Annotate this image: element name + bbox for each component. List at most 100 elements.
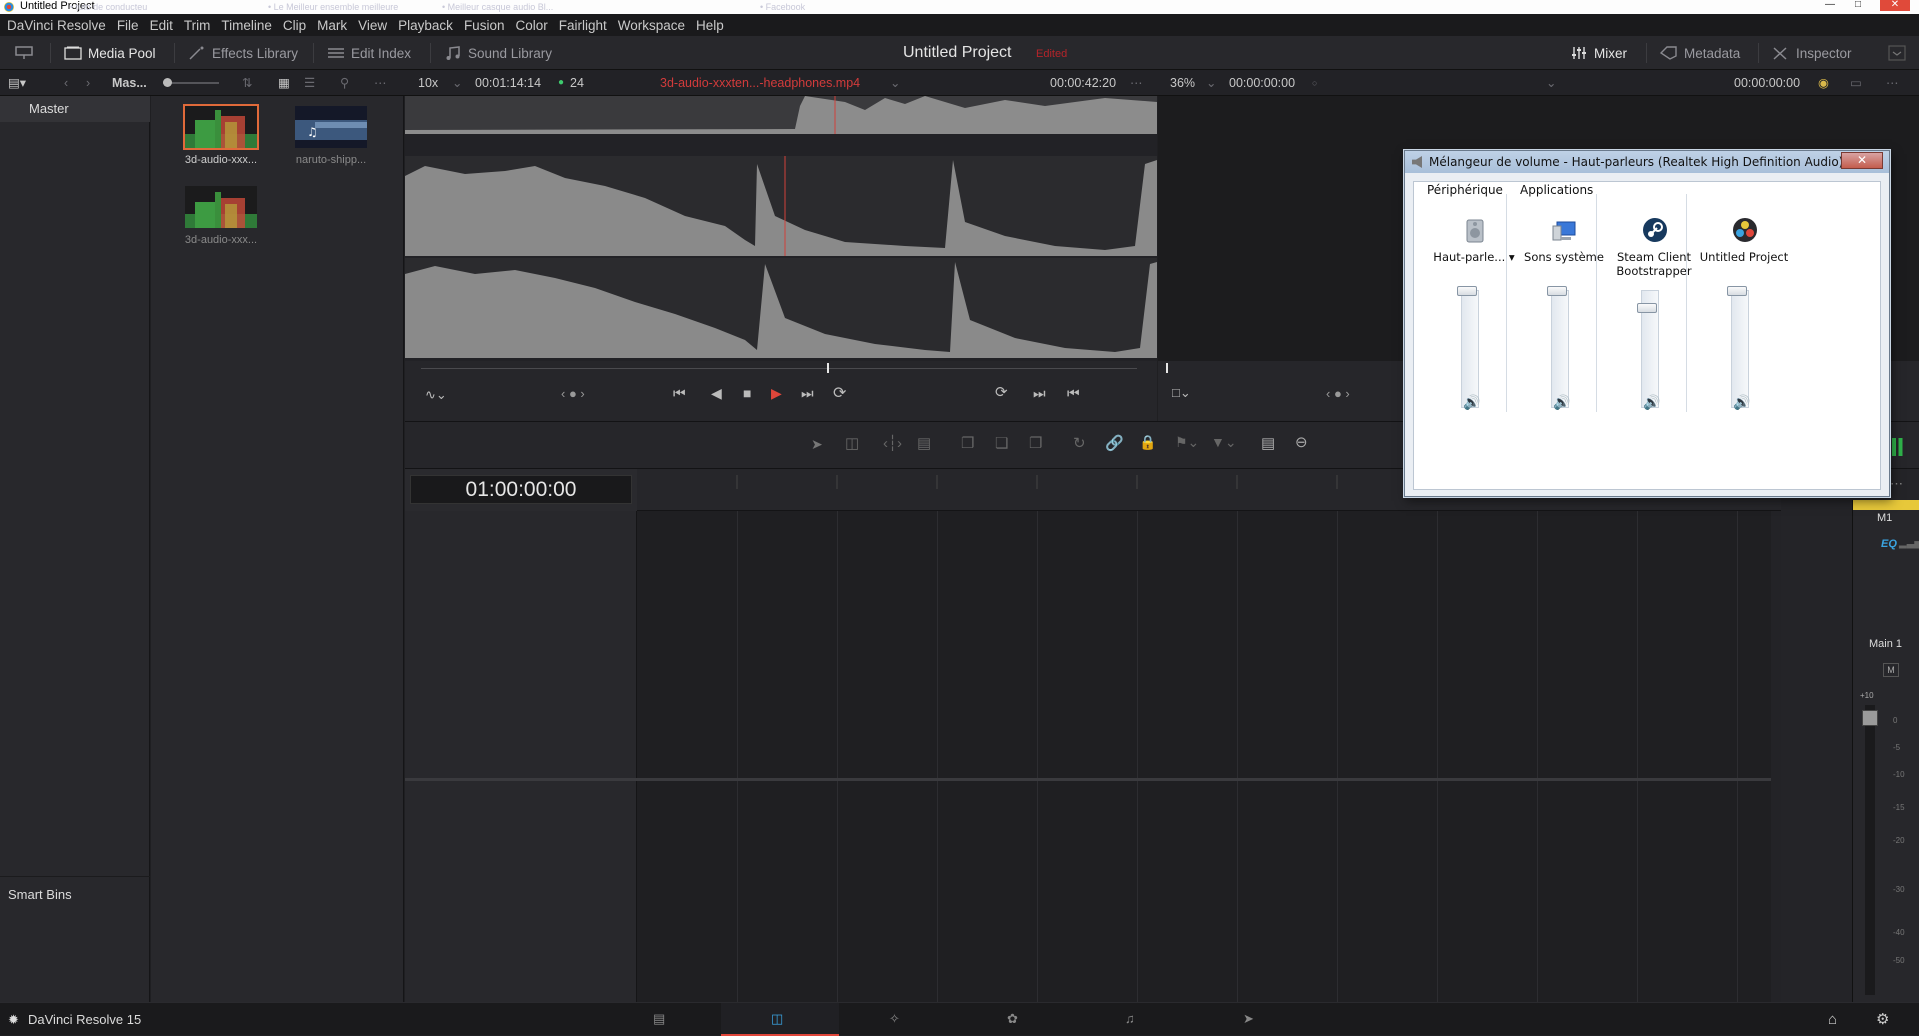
mute-toggle-icon[interactable]: 🔊 bbox=[1733, 394, 1751, 410]
search-icon[interactable]: ⚲ bbox=[340, 70, 349, 96]
bin-list-toggle-icon[interactable]: ▤▾ bbox=[8, 70, 26, 96]
eq-button[interactable]: EQ bbox=[1881, 538, 1897, 550]
volume-fader[interactable] bbox=[1865, 705, 1875, 995]
list-view-icon[interactable]: ☰ bbox=[304, 70, 315, 96]
source-options-icon[interactable]: ⋯ bbox=[1130, 70, 1143, 96]
mixer-button[interactable]: Mixer bbox=[1570, 36, 1627, 70]
volume-slider-track[interactable] bbox=[1461, 290, 1479, 408]
menu-davinci[interactable]: DaVinci Resolve bbox=[7, 18, 106, 33]
menu-view[interactable]: View bbox=[358, 18, 387, 33]
play-reverse-icon[interactable]: ◀ bbox=[711, 385, 722, 402]
volume-mixer-close-button[interactable]: ✕ bbox=[1841, 152, 1883, 169]
viewer-mode-icon[interactable]: ▭ bbox=[1850, 70, 1862, 96]
effects-library-button[interactable]: Effects Library bbox=[188, 36, 298, 70]
media-pool-button[interactable]: Media Pool bbox=[64, 36, 156, 70]
menu-trim[interactable]: Trim bbox=[184, 18, 211, 33]
minimize-icon[interactable]: — bbox=[1820, 0, 1840, 11]
menu-timeline[interactable]: Timeline bbox=[221, 18, 272, 33]
menu-fairlight[interactable]: Fairlight bbox=[559, 18, 607, 33]
page-fusion[interactable]: ✧ bbox=[839, 1003, 957, 1036]
lock-icon[interactable]: 🔒 bbox=[1139, 434, 1156, 451]
fader-knob[interactable] bbox=[1862, 710, 1878, 726]
page-color[interactable]: ✿ bbox=[957, 1003, 1075, 1036]
media-clip-2[interactable]: ♫ naruto-shipp... bbox=[291, 106, 371, 166]
page-deliver[interactable]: ➤ bbox=[1193, 1003, 1311, 1036]
nav-back-icon[interactable]: ‹ bbox=[64, 70, 68, 96]
replace-clip-icon[interactable]: ❐ bbox=[1029, 434, 1042, 452]
nav-forward-icon[interactable]: › bbox=[86, 70, 90, 96]
inspector-button[interactable]: Inspector bbox=[1772, 36, 1852, 70]
sound-library-button[interactable]: Sound Library bbox=[444, 36, 552, 70]
audio-waveform-icon[interactable]: ∿⌄ bbox=[425, 387, 447, 403]
volume-slider-thumb[interactable] bbox=[1457, 286, 1477, 296]
timeline-dropdown-icon[interactable]: ⌄ bbox=[1546, 70, 1556, 96]
menu-help[interactable]: Help bbox=[696, 18, 724, 33]
volume-slider-thumb[interactable] bbox=[1727, 286, 1747, 296]
maximize-icon[interactable]: □ bbox=[1848, 0, 1868, 11]
timeline-view-options-icon[interactable]: ▤ bbox=[1261, 434, 1275, 452]
page-edit[interactable]: ◫ bbox=[721, 1003, 839, 1036]
home-icon[interactable]: ⌂ bbox=[1828, 1011, 1837, 1028]
match-frame-icon[interactable]: ⟳ bbox=[995, 383, 1008, 401]
video-audio-divider[interactable] bbox=[405, 778, 1781, 781]
media-clip-1[interactable]: 3d-audio-xxx... bbox=[181, 104, 261, 166]
go-to-start-icon[interactable]: ⏮ bbox=[673, 385, 686, 402]
overwrite-clip-icon[interactable]: ❏ bbox=[995, 434, 1008, 452]
snapping-icon[interactable]: ↻ bbox=[1073, 434, 1086, 452]
smart-bins-label[interactable]: Smart Bins bbox=[8, 887, 72, 902]
expand-panel-icon[interactable] bbox=[1888, 36, 1906, 70]
menu-playback[interactable]: Playback bbox=[398, 18, 453, 33]
viewer-overlay-icon[interactable]: □⌄ bbox=[1172, 385, 1191, 401]
menu-workspace[interactable]: Workspace bbox=[618, 18, 685, 33]
record-options-icon[interactable]: ⋯ bbox=[1886, 70, 1899, 96]
source-playhead[interactable] bbox=[827, 363, 829, 373]
mark-out-icon[interactable]: ⏮ bbox=[1067, 385, 1080, 402]
stop-icon[interactable]: ■ bbox=[743, 385, 751, 401]
bin-master[interactable]: Master bbox=[0, 96, 150, 122]
more-options-icon[interactable]: ⋯ bbox=[374, 70, 387, 96]
mute-toggle-icon[interactable]: 🔊 bbox=[1553, 394, 1571, 410]
edit-index-button[interactable]: Edit Index bbox=[327, 36, 411, 70]
volume-slider-track[interactable] bbox=[1731, 290, 1749, 408]
menu-file[interactable]: File bbox=[117, 18, 139, 33]
menu-color[interactable]: Color bbox=[515, 18, 547, 33]
selection-tool-icon[interactable]: ➤ bbox=[811, 436, 823, 453]
thumbnail-view-icon[interactable]: ▦ bbox=[278, 70, 290, 96]
blade-tool-icon[interactable]: ▤ bbox=[917, 434, 931, 452]
flag-icon[interactable]: ⚑⌄ bbox=[1175, 434, 1199, 451]
jog-icon[interactable]: ‹ ● › bbox=[561, 386, 585, 401]
source-viewer[interactable] bbox=[405, 96, 1157, 361]
channel-m1[interactable]: M1 bbox=[1877, 512, 1892, 524]
current-bin[interactable]: Mas... bbox=[112, 70, 147, 96]
menu-mark[interactable]: Mark bbox=[317, 18, 347, 33]
page-media[interactable]: ▤ bbox=[603, 1003, 721, 1036]
settings-gear-icon[interactable]: ⚙ bbox=[1876, 1010, 1889, 1028]
volume-slider-track[interactable] bbox=[1551, 290, 1569, 408]
record-jog-icon[interactable]: ‹ ● › bbox=[1326, 386, 1350, 401]
record-playhead[interactable] bbox=[1166, 363, 1168, 373]
metadata-button[interactable]: Metadata bbox=[1660, 36, 1740, 70]
marker-icon[interactable]: ▼⌄ bbox=[1211, 434, 1237, 451]
go-to-end-icon[interactable]: ⏭ bbox=[801, 385, 814, 402]
source-zoom[interactable]: 10x bbox=[418, 70, 438, 96]
source-clip-name[interactable]: 3d-audio-xxxten...-headphones.mp4 bbox=[660, 70, 860, 96]
zoom-dropdown-icon[interactable]: ⌄ bbox=[452, 70, 462, 96]
close-icon[interactable]: ✕ bbox=[1880, 0, 1910, 11]
volume-slider-thumb[interactable] bbox=[1547, 286, 1567, 296]
record-zoom[interactable]: 36% bbox=[1170, 70, 1195, 96]
page-fairlight[interactable]: ♫ bbox=[1075, 1003, 1193, 1036]
mute-button[interactable]: M bbox=[1883, 663, 1899, 677]
timeline-scrollbar[interactable] bbox=[1771, 511, 1781, 1002]
menu-edit[interactable]: Edit bbox=[150, 18, 173, 33]
trim-tool-icon[interactable]: ◫ bbox=[845, 434, 859, 452]
mute-toggle-icon[interactable]: 🔊 bbox=[1463, 394, 1481, 410]
color-scope-icon[interactable]: ◉ bbox=[1818, 70, 1829, 96]
timeline-timecode[interactable]: 01:00:00:00 bbox=[410, 475, 632, 504]
menu-fusion[interactable]: Fusion bbox=[464, 18, 505, 33]
menu-clip[interactable]: Clip bbox=[283, 18, 306, 33]
link-icon[interactable]: 🔗 bbox=[1105, 434, 1124, 452]
volume-slider-thumb[interactable] bbox=[1637, 302, 1657, 313]
source-scrub-track[interactable] bbox=[421, 368, 1137, 369]
mute-toggle-icon[interactable]: 🔊 bbox=[1643, 394, 1661, 410]
record-zoom-dropdown-icon[interactable]: ⌄ bbox=[1206, 70, 1216, 96]
